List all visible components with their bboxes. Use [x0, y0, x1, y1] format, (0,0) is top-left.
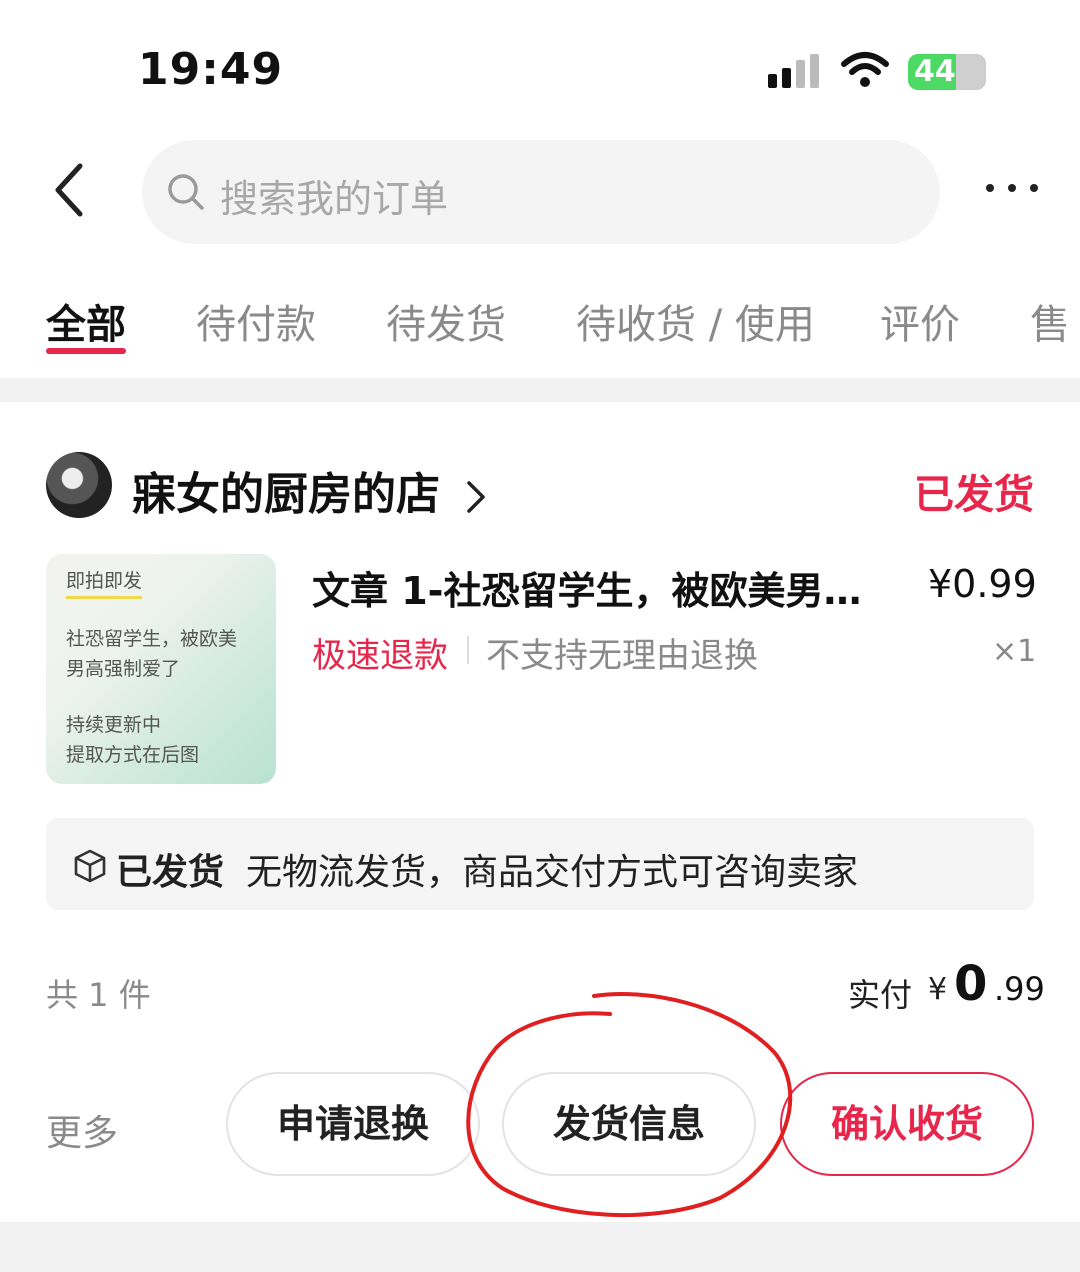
battery-level: 44 — [914, 54, 956, 89]
bottom-divider — [0, 1222, 1080, 1272]
tab-pending-receipt[interactable]: 待收货 / 使用 — [576, 292, 815, 350]
tab-pending-shipment[interactable]: 待发货 — [386, 292, 506, 350]
annotation-circle — [466, 992, 793, 1218]
thumb-line-3: 男高强制爱了 — [66, 658, 181, 680]
product-price: ¥0.99 — [928, 562, 1037, 606]
cellular-signal-icon — [768, 54, 819, 88]
confirm-receipt-button[interactable]: 确认收货 — [780, 1072, 1034, 1176]
shop-name-link[interactable]: 寐女的厨房的店 — [132, 458, 489, 522]
fast-refund-tag: 极速退款 — [312, 636, 448, 676]
product-thumbnail[interactable]: 即拍即发 社恐留学生，被欧美 男高强制爱了 持续更新中 提取方式在后图 — [46, 554, 276, 784]
thumb-line-4: 持续更新中 — [66, 714, 162, 736]
package-icon — [74, 849, 106, 883]
product-title[interactable]: 文章 1-社恐留学生，被欧美男… — [312, 560, 861, 615]
search-placeholder: 搜索我的订单 — [220, 177, 449, 221]
tab-all[interactable]: 全部 — [46, 292, 126, 350]
paid-amount-integer: 0 — [954, 956, 988, 1012]
paid-label: 实付 — [848, 976, 913, 1014]
no-return-tag: 不支持无理由退换 — [486, 636, 758, 676]
shipping-status: 已发货 — [116, 852, 225, 893]
thumb-line-5: 提取方式在后图 — [66, 744, 200, 766]
wifi-icon — [841, 52, 889, 87]
shop-avatar[interactable] — [46, 452, 112, 518]
back-arrow-icon[interactable] — [48, 160, 92, 220]
tab-pending-payment[interactable]: 待付款 — [196, 292, 316, 350]
tag-separator — [467, 636, 469, 664]
more-actions-link[interactable]: 更多 — [46, 1104, 118, 1156]
chevron-right-icon — [467, 481, 486, 513]
product-quantity: ×1 — [992, 634, 1037, 669]
battery-icon: 44 — [908, 54, 986, 90]
tab-active-indicator — [46, 348, 126, 354]
apply-refund-button[interactable]: 申请退换 — [226, 1072, 480, 1176]
thumb-line-1: 即拍即发 — [66, 566, 143, 599]
section-divider — [0, 378, 1080, 402]
shipping-text: 无物流发货，商品交付方式可咨询卖家 — [246, 852, 859, 893]
status-time: 19:49 — [138, 44, 284, 95]
more-options-icon[interactable] — [982, 168, 1042, 208]
shop-name: 寐女的厨房的店 — [132, 469, 440, 520]
tab-review[interactable]: 评价 — [880, 292, 960, 350]
order-status: 已发货 — [914, 472, 1034, 518]
paid-amount-decimal: .99 — [994, 970, 1045, 1008]
item-count: 共 1 件 — [46, 976, 151, 1014]
paid-currency: ¥ — [928, 972, 948, 1007]
search-icon — [168, 174, 204, 210]
tab-after-sales[interactable]: 售 — [1030, 292, 1070, 350]
thumb-line-2: 社恐留学生，被欧美 — [66, 628, 238, 650]
